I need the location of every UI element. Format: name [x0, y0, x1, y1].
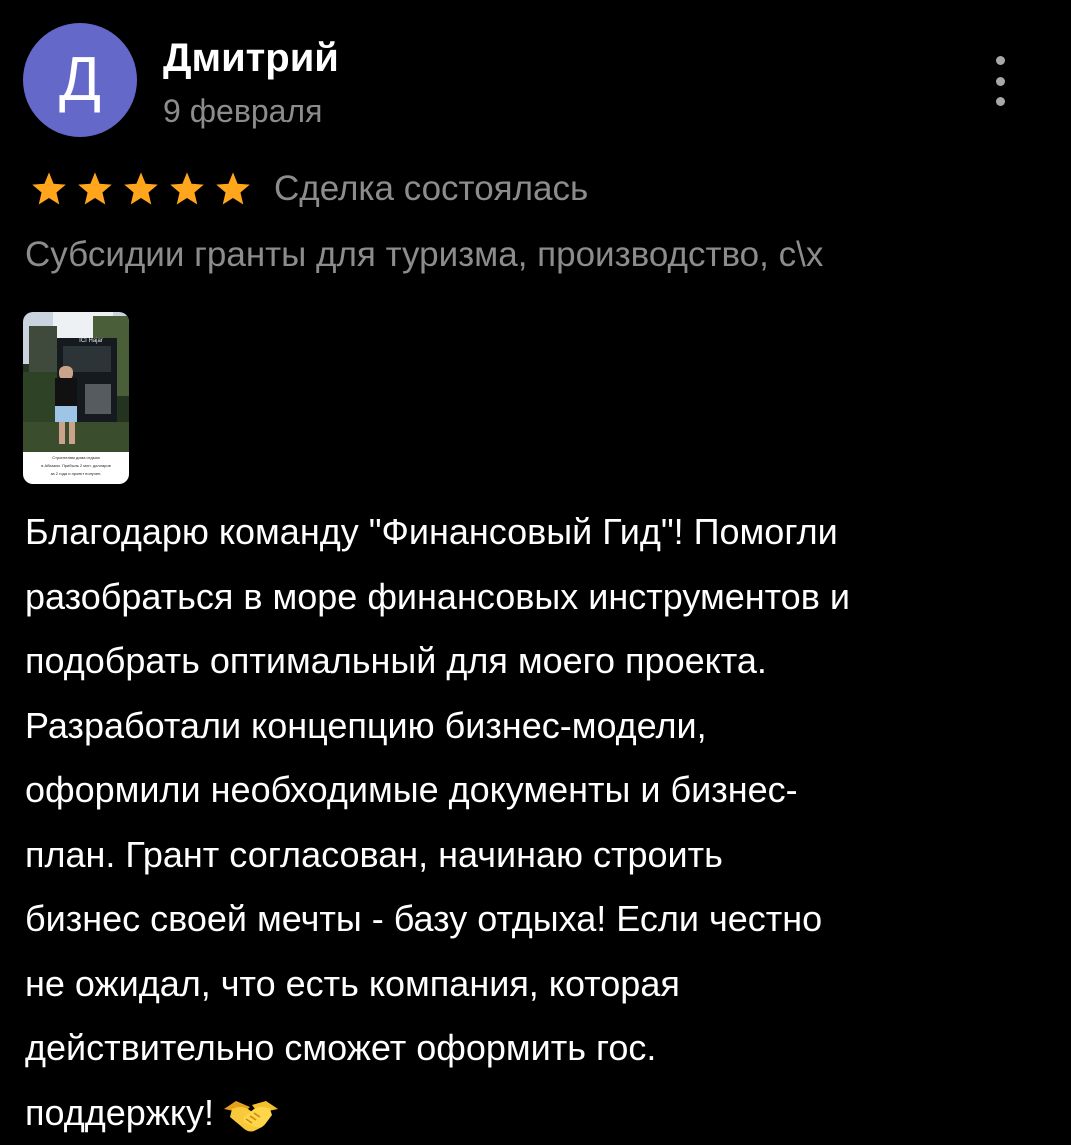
- review-text-line: подобрать оптимальный для моего проекта.: [25, 629, 1055, 694]
- review-text-last-line: поддержку!: [25, 1081, 1055, 1145]
- review-text-line: разобраться в море финансовых инструмент…: [25, 565, 1055, 630]
- service-title[interactable]: Субсидии гранты для туризма, производств…: [25, 231, 823, 279]
- deal-status: Сделка состоялась: [274, 165, 588, 213]
- avatar[interactable]: Д: [23, 23, 137, 137]
- author-name[interactable]: Дмитрий: [163, 34, 339, 82]
- review-text-line: оформили необходимые документы и бизнес-: [25, 758, 1055, 823]
- photo-caption-line: Строителям дома отдыха: [52, 455, 100, 460]
- review-text-line: Благодарю команду "Финансовый Гид"! Помо…: [25, 500, 1055, 565]
- photo-caption-line: за 2 года и проект получен.: [51, 471, 102, 476]
- star-icon: [214, 170, 252, 208]
- photo-caption-line: в Абхазии. Прибыль 2 млн. долларов: [41, 463, 111, 468]
- review-date: 9 февраля: [163, 91, 322, 131]
- rating-row: Сделка состоялась: [30, 165, 588, 213]
- review-text-line: не ожидал, что есть компания, которая: [25, 952, 1055, 1017]
- review-text-line: бизнес своей мечты - базу отдыха! Если ч…: [25, 887, 1055, 952]
- star-icon: [122, 170, 160, 208]
- review-text: Благодарю команду "Финансовый Гид"! Помо…: [25, 500, 1055, 1145]
- review-photo-image: ICI Hajar Строителям дома отдыха в Абхаз…: [23, 312, 129, 484]
- review-text-line: Разработали концепцию бизнес-модели,: [25, 694, 1055, 759]
- more-vertical-icon-dot: [996, 97, 1005, 106]
- more-vertical-icon-dot: [996, 77, 1005, 86]
- star-rating: [30, 170, 260, 208]
- review-text-line: поддержку!: [25, 1092, 214, 1133]
- more-vertical-icon: [996, 56, 1005, 65]
- handshake-icon: [222, 1095, 280, 1135]
- avatar-initial: Д: [59, 49, 101, 111]
- review-text-line: план. Грант согласован, начинаю строить: [25, 823, 1055, 888]
- more-options-button[interactable]: [982, 56, 1018, 106]
- review-text-line: действительно сможет оформить гос.: [25, 1016, 1055, 1081]
- review-photo-thumbnail[interactable]: ICI Hajar Строителям дома отдыха в Абхаз…: [23, 312, 129, 484]
- star-icon: [76, 170, 114, 208]
- star-icon: [30, 170, 68, 208]
- star-icon: [168, 170, 206, 208]
- photo-sign-text: ICI Hajar: [79, 338, 103, 344]
